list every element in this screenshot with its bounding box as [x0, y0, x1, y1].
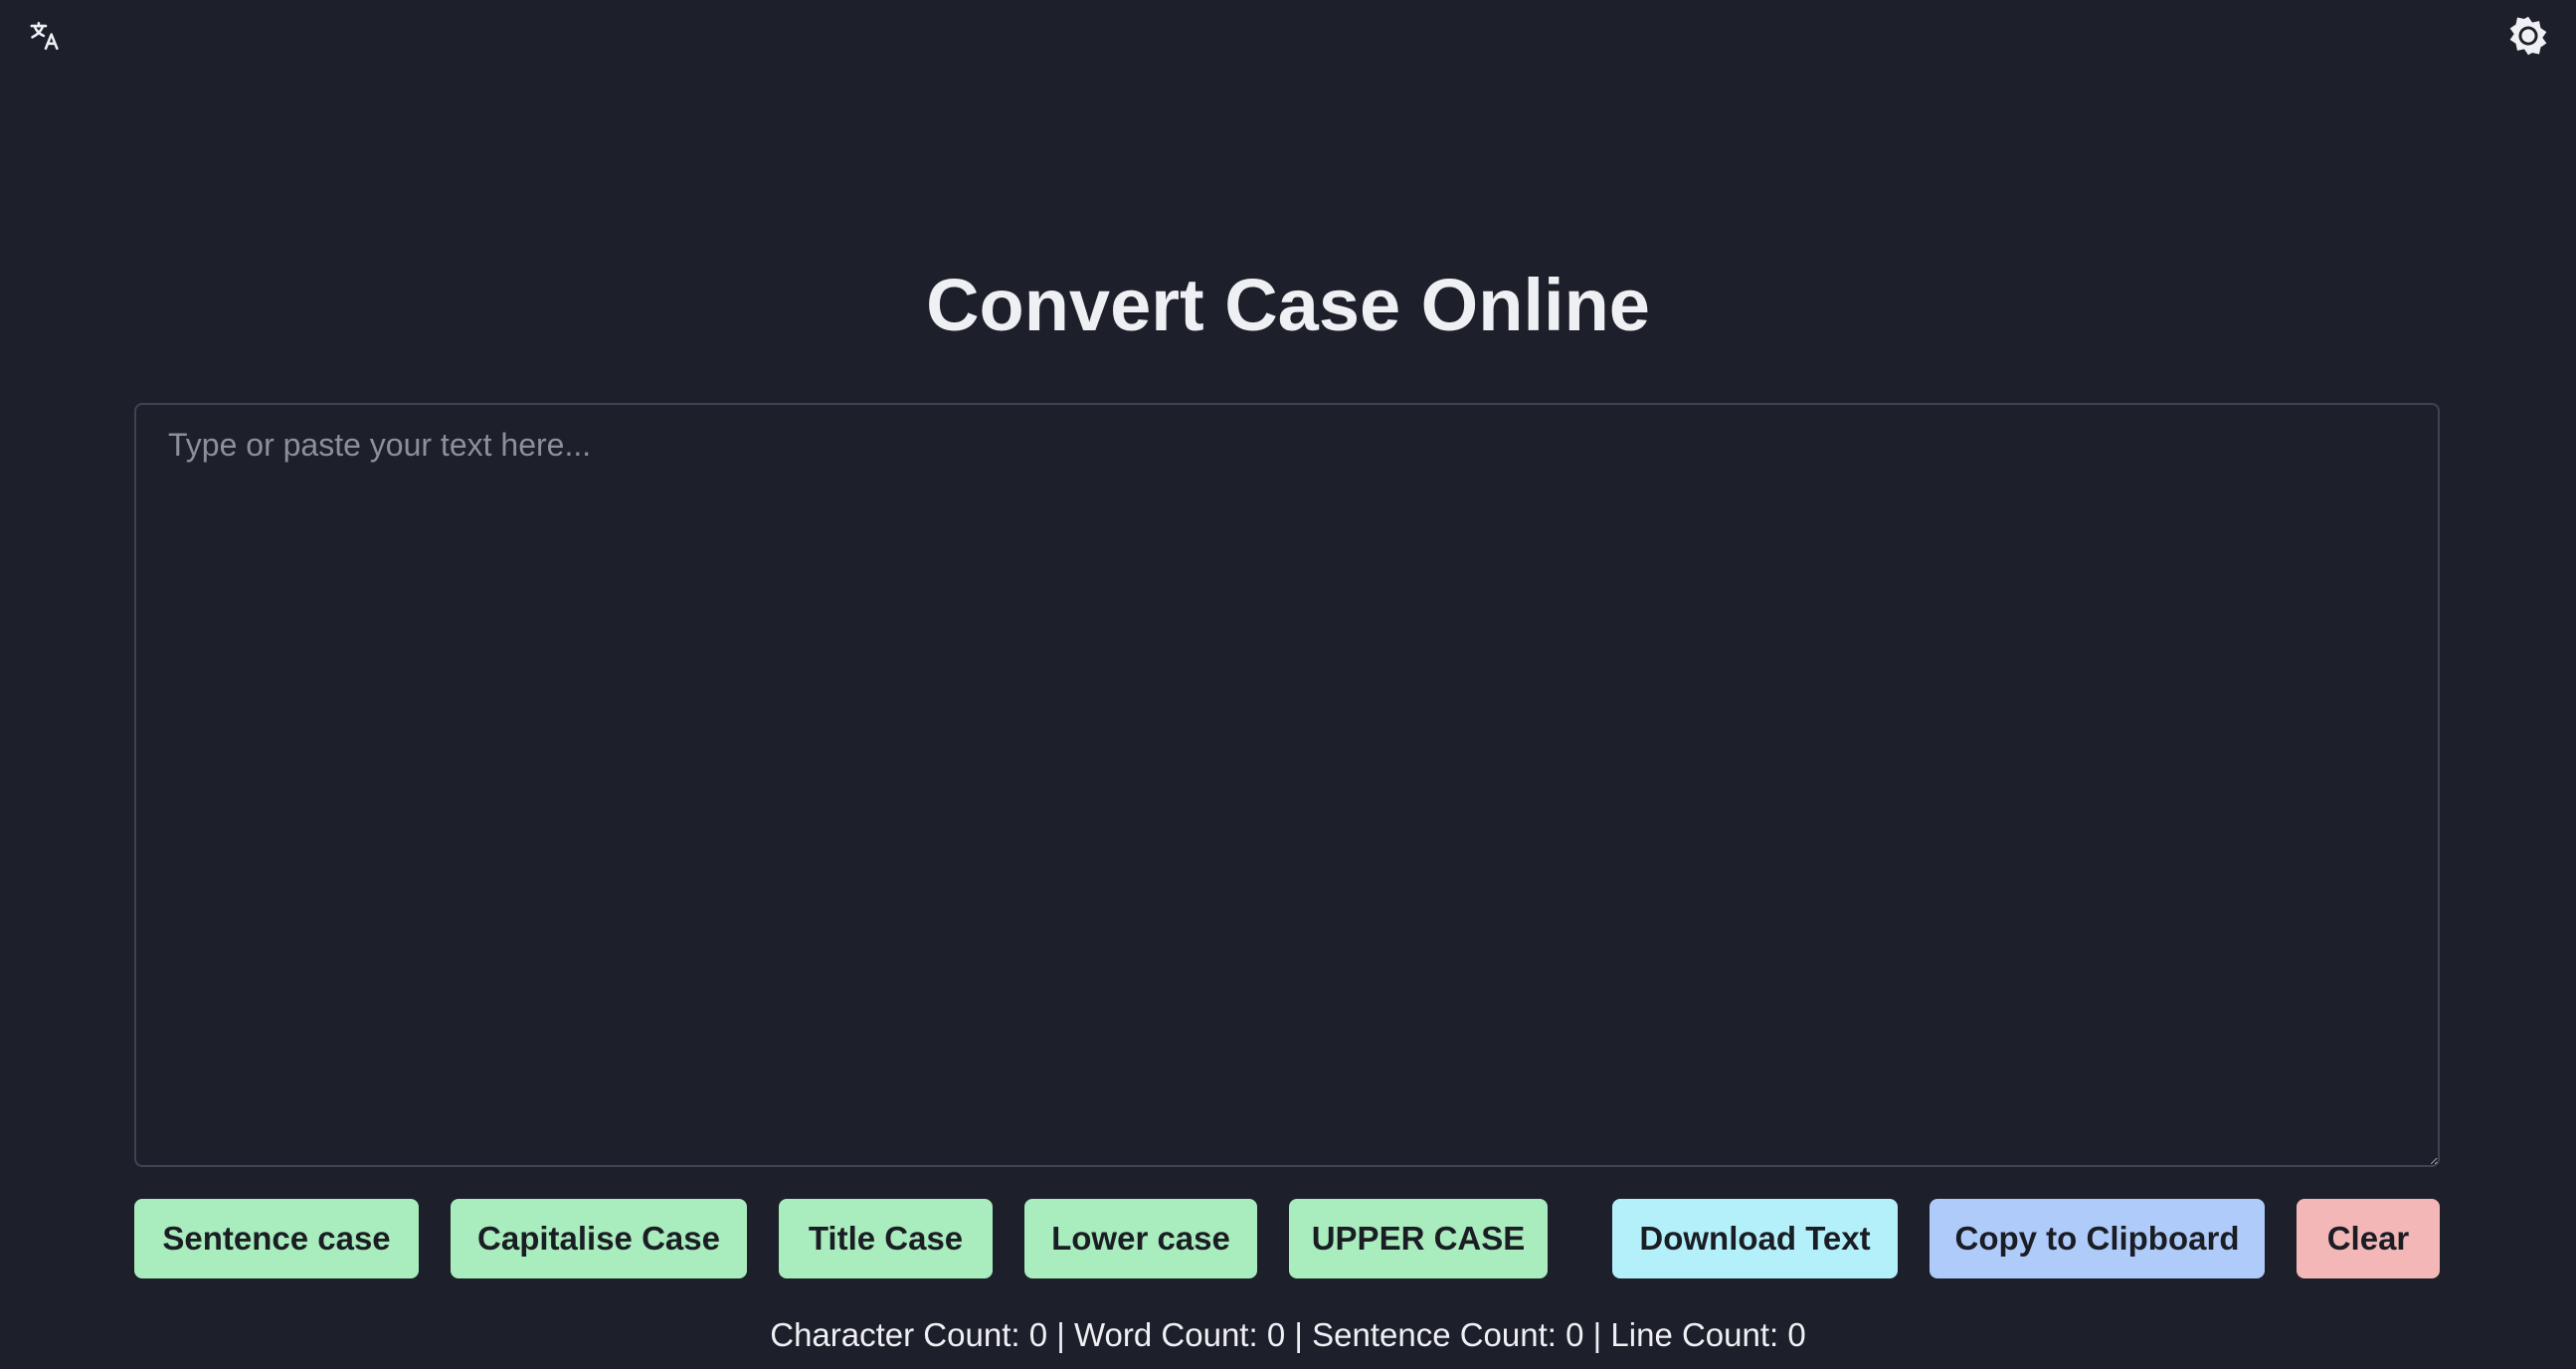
- download-text-button[interactable]: Download Text: [1612, 1199, 1898, 1278]
- clear-button[interactable]: Clear: [2297, 1199, 2440, 1278]
- page-title: Convert Case Online: [926, 264, 1650, 346]
- capitalise-case-button[interactable]: Capitalise Case: [451, 1199, 747, 1278]
- upper-case-button[interactable]: UPPER CASE: [1289, 1199, 1548, 1278]
- translate-icon: [30, 21, 59, 51]
- word-count-value: 0: [1266, 1316, 1286, 1353]
- theme-toggle[interactable]: [2504, 12, 2552, 60]
- text-input[interactable]: [134, 403, 2440, 1167]
- sentence-case-button[interactable]: Sentence case: [134, 1199, 419, 1278]
- stats-separator: |: [1294, 1316, 1303, 1353]
- copy-to-clipboard-button[interactable]: Copy to Clipboard: [1930, 1199, 2265, 1278]
- text-statistics: Character Count: 0 | Word Count: 0 | Sen…: [0, 1313, 2576, 1357]
- sun-icon: [2509, 16, 2547, 56]
- stats-separator: |: [1592, 1316, 1602, 1353]
- line-count-value: 0: [1787, 1316, 1806, 1353]
- sentence-count-value: 0: [1565, 1316, 1584, 1353]
- sentence-count-label: Sentence Count:: [1312, 1316, 1557, 1353]
- button-row: Sentence case Capitalise Case Title Case…: [0, 1199, 2576, 1278]
- stats-separator: |: [1056, 1316, 1065, 1353]
- word-count-label: Word Count:: [1074, 1316, 1258, 1353]
- character-count-value: 0: [1028, 1316, 1048, 1353]
- page: Convert Case Online Sentence case Capita…: [0, 0, 2576, 1369]
- character-count-label: Character Count:: [770, 1316, 1020, 1353]
- title-case-button[interactable]: Title Case: [779, 1199, 993, 1278]
- language-toggle[interactable]: [26, 16, 66, 56]
- lower-case-button[interactable]: Lower case: [1024, 1199, 1257, 1278]
- line-count-label: Line Count:: [1610, 1316, 1779, 1353]
